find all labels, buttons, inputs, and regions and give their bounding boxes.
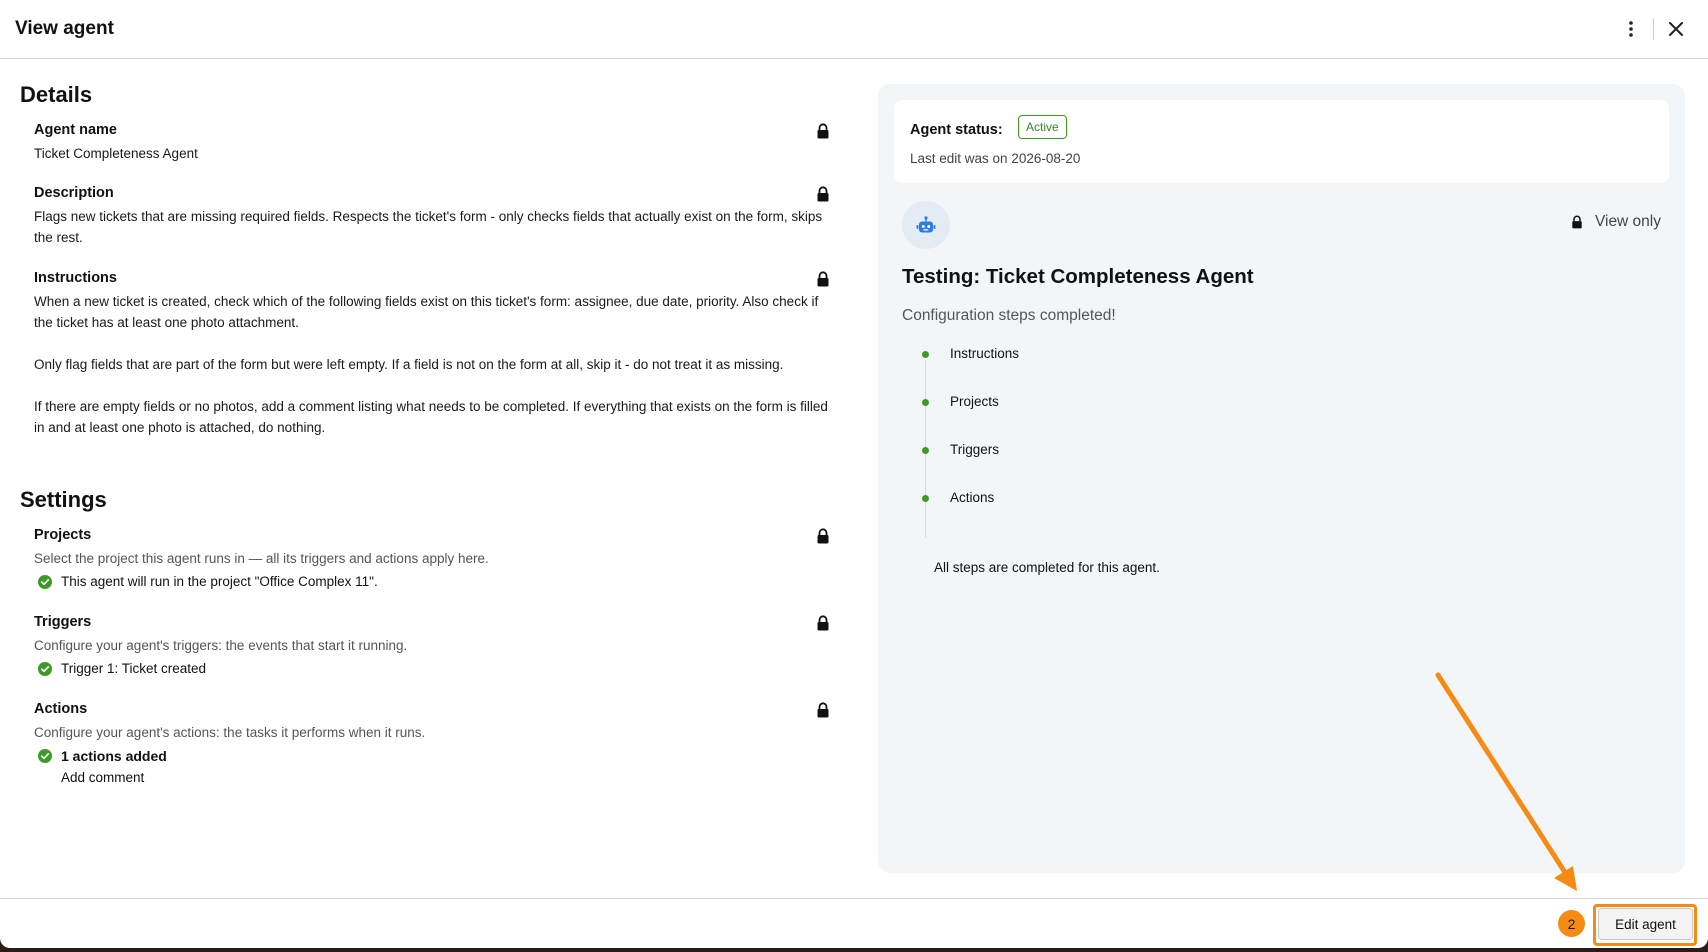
- preview-title: Testing: Ticket Completeness Agent: [902, 265, 1254, 288]
- agent-preview-panel: Agent status: Active Last edit was on 20…: [878, 84, 1685, 873]
- close-button[interactable]: [1660, 13, 1692, 45]
- step-label: Projects: [950, 394, 999, 409]
- instructions-paragraph: Only flag fields that are part of the fo…: [34, 357, 784, 372]
- robot-icon: [916, 216, 936, 233]
- instructions-field: Instructions When a new ticket is create…: [34, 270, 840, 438]
- view-only-text: View only: [1594, 213, 1661, 230]
- step-complete-dot: [922, 495, 929, 502]
- instructions-paragraph: When a new ticket is created, check whic…: [34, 294, 819, 330]
- step-complete-dot: [922, 351, 929, 358]
- step-item: Actions: [922, 490, 1019, 538]
- triggers-field: Triggers Configure your agent's triggers…: [34, 614, 840, 676]
- avatar: [902, 201, 950, 249]
- instructions-label: Instructions: [34, 270, 117, 286]
- lock-icon: [817, 186, 829, 202]
- triggers-help: Configure your agent's triggers: the eve…: [34, 638, 408, 653]
- projects-help: Select the project this agent runs in — …: [34, 551, 489, 566]
- dialog-footer: Edit agent: [0, 898, 1708, 948]
- step-complete-dot: [922, 447, 929, 454]
- dialog-header: View agent: [0, 0, 1708, 59]
- all-steps-done-text: All steps are completed for this agent.: [934, 560, 1160, 575]
- actions-help: Configure your agent's actions: the task…: [34, 725, 426, 740]
- step-label: Instructions: [950, 346, 1020, 361]
- config-steps-list: Instructions Projects Triggers Actions: [922, 346, 1019, 538]
- dialog-body: Details Agent name Ticket Completeness A…: [0, 60, 1708, 898]
- triggers-status-text: Trigger 1: Ticket created: [61, 661, 207, 676]
- status-badge: Active: [1018, 115, 1067, 139]
- actions-status-text: 1 actions added: [61, 748, 167, 764]
- triggers-status: Trigger 1: Ticket created: [38, 661, 840, 676]
- settings-heading: Settings: [20, 487, 107, 512]
- lock-icon: [817, 271, 829, 287]
- projects-label: Projects: [34, 527, 92, 543]
- lock-icon: [817, 123, 829, 139]
- action-item: Add comment: [61, 770, 145, 785]
- agent-status-card: Agent status: Active Last edit was on 20…: [894, 100, 1669, 183]
- projects-status-text: This agent will run in the project "Offi…: [61, 574, 378, 589]
- actions-status: 1 actions added: [38, 748, 840, 764]
- step-item: Projects: [922, 394, 1019, 442]
- description-label: Description: [34, 185, 114, 201]
- description-field: Description Flags new tickets that are m…: [34, 185, 840, 248]
- details-heading: Details: [20, 82, 93, 107]
- preview-subtitle: Configuration steps completed!: [902, 307, 1116, 324]
- triggers-label: Triggers: [34, 614, 92, 630]
- check-circle-icon: [38, 661, 52, 676]
- view-agent-dialog: View agent Details Agent name Ticket Com…: [0, 0, 1708, 948]
- header-actions: [1615, 13, 1692, 45]
- step-complete-dot: [922, 399, 929, 406]
- agent-name-value: Ticket Completeness Agent: [34, 146, 198, 161]
- lock-icon: [1572, 215, 1582, 229]
- agent-name-field: Agent name Ticket Completeness Agent: [34, 122, 840, 164]
- step-item: Triggers: [922, 442, 1019, 490]
- agent-name-label: Agent name: [34, 122, 117, 138]
- actions-label: Actions: [34, 701, 88, 717]
- step-label: Actions: [950, 490, 995, 505]
- lock-icon: [817, 528, 829, 544]
- step-label: Triggers: [950, 442, 1000, 457]
- description-value: Flags new tickets that are missing requi…: [34, 209, 823, 245]
- more-vertical-icon: [1629, 21, 1633, 37]
- more-options-button[interactable]: [1615, 13, 1647, 45]
- dialog-title: View agent: [15, 18, 114, 39]
- close-icon: [1669, 22, 1683, 36]
- step-number-badge: 2: [1558, 910, 1585, 937]
- lock-icon: [817, 702, 829, 718]
- instructions-paragraph: If there are empty fields or no photos, …: [34, 399, 828, 435]
- step-item: Instructions: [922, 346, 1019, 394]
- projects-status: This agent will run in the project "Offi…: [38, 574, 840, 589]
- projects-field: Projects Select the project this agent r…: [34, 527, 840, 589]
- view-only-indicator: View only: [1571, 213, 1661, 231]
- check-circle-icon: [38, 574, 52, 589]
- last-edit-text: Last edit was on 2026-08-20: [910, 151, 1081, 166]
- agent-status-label: Agent status:: [910, 122, 1003, 138]
- check-circle-icon: [38, 749, 52, 763]
- actions-field: Actions Configure your agent's actions: …: [34, 701, 840, 785]
- edit-agent-button[interactable]: Edit agent: [1598, 908, 1693, 940]
- instructions-value: When a new ticket is created, check whic…: [34, 291, 840, 438]
- header-divider: [1653, 18, 1654, 40]
- lock-icon: [817, 615, 829, 631]
